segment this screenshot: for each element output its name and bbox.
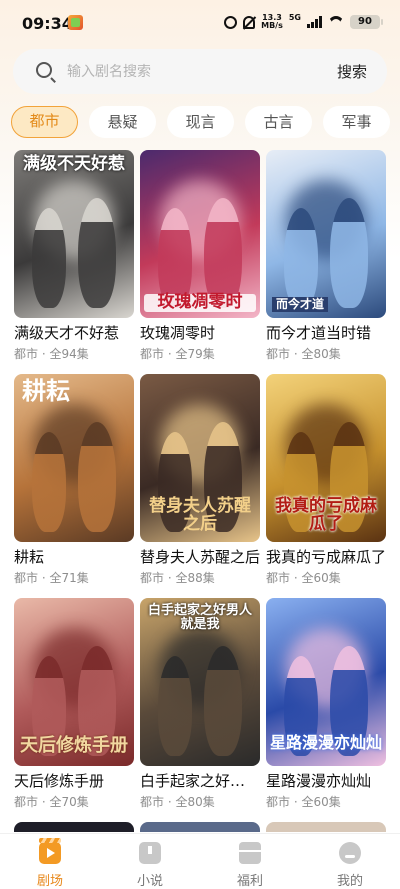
nav-item-novel[interactable]: 小说 (120, 834, 180, 889)
book-icon (139, 842, 161, 864)
status-bar: 09:34 13.3 MB/s 5G 90 (0, 0, 400, 44)
poster-figure (204, 646, 242, 756)
poster-figure (158, 656, 192, 756)
nav-item-profile[interactable]: 我的 (320, 834, 380, 889)
poster-title-art: 替身夫人苏醒之后 (149, 496, 251, 535)
drama-meta: 都市 · 全60集 (266, 795, 341, 809)
drama-title: 天后修炼手册 (14, 772, 105, 790)
drama-poster[interactable]: 白手起家之好男人就是我 (140, 598, 260, 766)
nav-label: 我的 (336, 874, 363, 889)
app-notification-icon (68, 15, 83, 30)
gift-icon (239, 842, 261, 864)
drama-card[interactable]: 而今才道 而今才道当时错 都市 · 全80集 (266, 150, 386, 365)
drama-poster[interactable]: 耕耘 (14, 374, 134, 542)
network-speed: 13.3 MB/s (261, 14, 283, 30)
drama-card[interactable]: 白手起家之好男人就是我 白手起家之好男人就是我 都市 · 全80集 (140, 598, 260, 813)
bottom-nav: 剧场 小说 福利 我的 (0, 833, 400, 889)
drama-poster[interactable] (266, 822, 386, 832)
drama-title: 而今才道当时错 (266, 324, 372, 342)
drama-poster[interactable]: 玫瑰凋零时 (140, 150, 260, 318)
drama-card[interactable]: 我真的亏成麻瓜了 我真的亏成麻瓜了 都市 · 全60集 (266, 374, 386, 589)
drama-card[interactable]: 替身夫人苏醒之后 替身夫人苏醒之后 都市 · 全88集 (140, 374, 260, 589)
drama-meta: 都市 · 全79集 (140, 347, 215, 361)
poster-figure (78, 198, 116, 308)
alarm-icon (224, 15, 238, 29)
drama-card[interactable] (140, 822, 260, 832)
network-type: 5G (288, 12, 301, 22)
tab-guyan[interactable]: 古言 (245, 106, 312, 138)
drama-card[interactable]: 星路漫漫亦灿灿 星路漫漫亦灿灿 都市 · 全60集 (266, 598, 386, 813)
poster-figure (284, 208, 318, 308)
poster-figure (32, 208, 66, 308)
category-tabs: 都市 悬疑 现言 古言 军事 (11, 106, 400, 138)
drama-title: 替身夫人苏醒之后 (140, 548, 260, 566)
drama-poster[interactable] (14, 822, 134, 832)
drama-title: 玫瑰凋零时 (140, 324, 216, 342)
drama-card[interactable]: 玫瑰凋零时 玫瑰凋零时 都市 · 全79集 (140, 150, 260, 365)
drama-title: 星路漫漫亦灿灿 (266, 772, 372, 790)
drama-meta: 都市 · 全94集 (14, 347, 89, 361)
theater-icon (39, 838, 61, 864)
drama-title: 白手起家之好男人就是我 (140, 772, 260, 790)
nav-item-theater[interactable]: 剧场 (20, 834, 80, 889)
poster-title-art: 星路漫漫亦灿灿 (270, 733, 383, 753)
drama-meta: 都市 · 全88集 (140, 571, 215, 585)
drama-poster[interactable]: 我真的亏成麻瓜了 (266, 374, 386, 542)
mute-icon (243, 15, 256, 29)
status-indicators: 13.3 MB/s 5G 90 (224, 12, 383, 30)
poster-figure (32, 432, 66, 532)
drama-poster[interactable] (140, 822, 260, 832)
drama-poster[interactable]: 满级不天好惹 (14, 150, 134, 318)
drama-poster[interactable]: 星路漫漫亦灿灿 (266, 598, 386, 766)
drama-meta: 都市 · 全80集 (266, 347, 341, 361)
search-bar: 搜索 (13, 49, 387, 94)
drama-card[interactable]: 满级不天好惹 满级天才不好惹 都市 · 全94集 (14, 150, 134, 365)
battery-icon: 90 (350, 15, 383, 29)
tab-xuanyi[interactable]: 悬疑 (89, 106, 156, 138)
nav-label: 剧场 (36, 874, 63, 889)
nav-label: 小说 (136, 874, 163, 889)
drama-card[interactable]: 耕耘 耕耘 都市 · 全71集 (14, 374, 134, 589)
drama-meta: 都市 · 全60集 (266, 571, 341, 585)
tab-junshi[interactable]: 军事 (323, 106, 390, 138)
poster-title-art: 玫瑰凋零时 (144, 293, 256, 312)
drama-meta: 都市 · 全71集 (14, 571, 89, 585)
clock-time: 09:34 (22, 14, 73, 33)
poster-title-art: 耕耘 (22, 376, 70, 405)
poster-figure (330, 198, 368, 308)
poster-title-art: 白手起家之好男人就是我 (147, 603, 252, 632)
drama-meta: 都市 · 全70集 (14, 795, 89, 809)
nav-label: 福利 (236, 874, 263, 889)
drama-title: 耕耘 (14, 548, 45, 566)
drama-title: 我真的亏成麻瓜了 (266, 548, 386, 566)
drama-poster[interactable]: 天后修炼手册 (14, 598, 134, 766)
signal-icon (307, 16, 322, 28)
profile-icon (339, 842, 361, 864)
drama-card[interactable]: 天后修炼手册 天后修炼手册 都市 · 全70集 (14, 598, 134, 813)
drama-card[interactable] (14, 822, 134, 832)
tab-dushi[interactable]: 都市 (11, 106, 78, 138)
search-button[interactable]: 搜索 (337, 61, 367, 82)
network-speed-unit: MB/s (261, 21, 283, 30)
search-input[interactable] (67, 49, 307, 94)
drama-title: 满级天才不好惹 (14, 324, 120, 342)
poster-title-art: 天后修炼手册 (20, 735, 128, 757)
drama-poster[interactable]: 而今才道 (266, 150, 386, 318)
poster-title-art: 而今才道 (272, 297, 329, 312)
poster-figure (78, 422, 116, 532)
poster-title-art: 我真的亏成麻瓜了 (275, 496, 377, 535)
wifi-icon (328, 16, 344, 28)
tab-xianyan[interactable]: 现言 (167, 106, 234, 138)
drama-meta: 都市 · 全80集 (140, 795, 215, 809)
nav-item-welfare[interactable]: 福利 (220, 834, 280, 889)
search-icon (36, 62, 52, 78)
drama-poster[interactable]: 替身夫人苏醒之后 (140, 374, 260, 542)
drama-card[interactable] (266, 822, 386, 832)
poster-title-art: 满级不天好惹 (23, 154, 125, 174)
